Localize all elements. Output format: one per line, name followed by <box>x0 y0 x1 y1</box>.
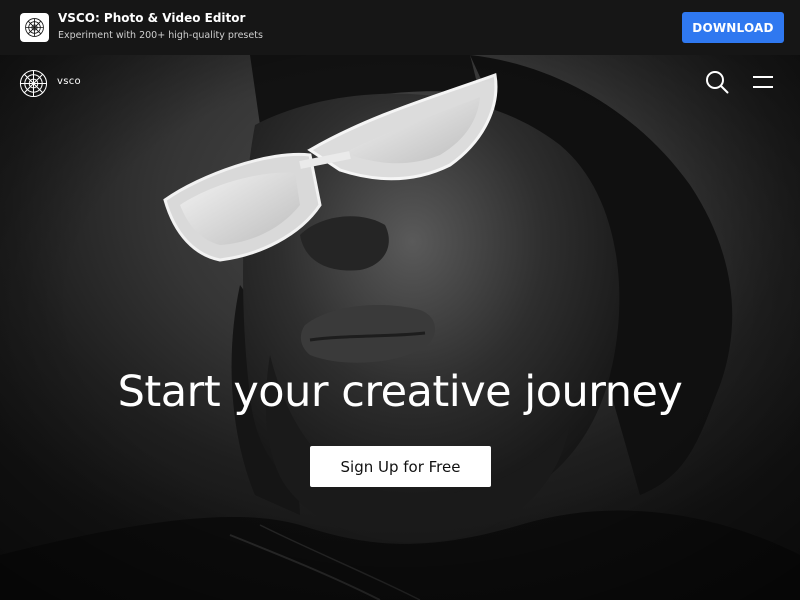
sign-up-button[interactable]: Sign Up for Free <box>310 446 491 487</box>
brand-wordmark[interactable]: vsco <box>57 76 81 87</box>
hamburger-menu-icon[interactable] <box>752 73 774 91</box>
search-icon[interactable] <box>705 70 729 94</box>
vsco-logo-icon <box>25 18 44 37</box>
hero-section: vsco Start your creative journey Sign Up… <box>0 55 800 600</box>
app-banner-subtitle: Experiment with 200+ high-quality preset… <box>58 30 263 41</box>
vsco-logo-icon[interactable] <box>19 69 48 98</box>
vsco-app-icon[interactable] <box>20 13 49 42</box>
app-banner-title: VSCO: Photo & Video Editor <box>58 11 246 25</box>
download-button[interactable]: DOWNLOAD <box>682 12 784 43</box>
hero-portrait-image <box>0 55 800 600</box>
hero-headline: Start your creative journey <box>117 367 683 417</box>
app-install-banner: VSCO: Photo & Video Editor Experiment wi… <box>0 0 800 55</box>
